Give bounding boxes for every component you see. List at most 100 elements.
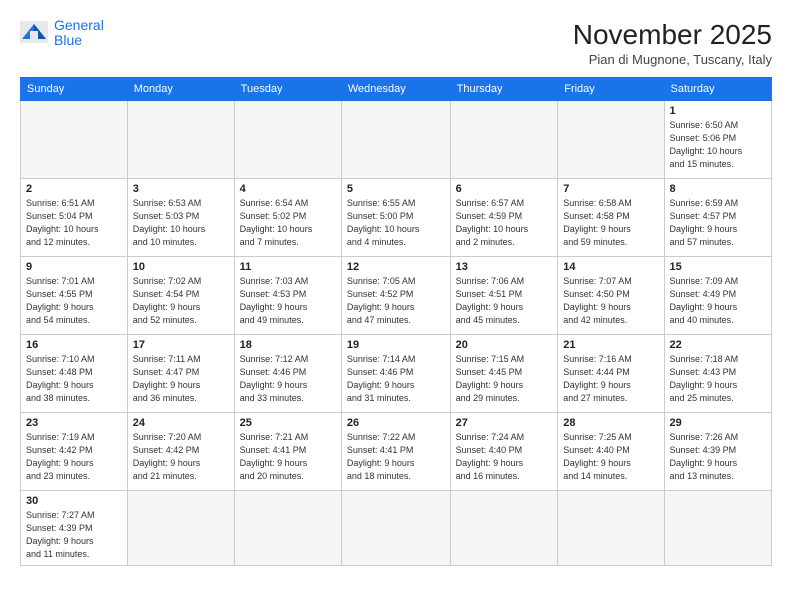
day-number: 14 (563, 261, 658, 273)
calendar-week-row: 1Sunrise: 6:50 AM Sunset: 5:06 PM Daylig… (21, 100, 772, 178)
day-number: 5 (347, 183, 445, 195)
calendar-cell (450, 100, 558, 178)
day-info: Sunrise: 6:55 AM Sunset: 5:00 PM Dayligh… (347, 197, 445, 249)
calendar-cell: 18 Sunrise: 7:12 AM Sunset: 4:46 PM Dayli… (234, 334, 341, 412)
day-number: 25 (240, 417, 336, 429)
day-info: Sunrise: 6:59 AM Sunset: 4:57 PM Dayligh… (670, 197, 766, 249)
calendar-cell: 30 Sunrise: 7:27 AM Sunset: 4:39 PM Dayli… (21, 490, 128, 565)
day-info: Sunrise: 7:19 AM Sunset: 4:42 PM Dayligh… (26, 431, 122, 483)
day-info: Sunrise: 7:21 AM Sunset: 4:41 PM Dayligh… (240, 431, 336, 483)
day-info: Sunrise: 6:51 AM Sunset: 5:04 PM Dayligh… (26, 197, 122, 249)
day-info: Sunrise: 6:54 AM Sunset: 5:02 PM Dayligh… (240, 197, 336, 249)
day-of-week-header: Thursday (450, 77, 558, 100)
calendar-cell (558, 100, 664, 178)
calendar-cell: 21 Sunrise: 7:16 AM Sunset: 4:44 PM Dayli… (558, 334, 664, 412)
day-number: 11 (240, 261, 336, 273)
day-number: 16 (26, 339, 122, 351)
day-info: Sunrise: 7:01 AM Sunset: 4:55 PM Dayligh… (26, 275, 122, 327)
day-number: 27 (456, 417, 553, 429)
location: Pian di Mugnone, Tuscany, Italy (573, 52, 772, 67)
calendar-cell: 3 Sunrise: 6:53 AM Sunset: 5:03 PM Daylig… (127, 178, 234, 256)
calendar-cell: 27 Sunrise: 7:24 AM Sunset: 4:40 PM Dayli… (450, 412, 558, 490)
day-of-week-header: Saturday (664, 77, 771, 100)
day-info: Sunrise: 7:07 AM Sunset: 4:50 PM Dayligh… (563, 275, 658, 327)
page-header: GeneralBlue November 2025 Pian di Mugnon… (20, 18, 772, 67)
day-info: Sunrise: 6:57 AM Sunset: 4:59 PM Dayligh… (456, 197, 553, 249)
day-info: Sunrise: 6:50 AM Sunset: 5:06 PM Dayligh… (670, 119, 766, 171)
calendar-cell (234, 490, 341, 565)
day-number: 13 (456, 261, 553, 273)
calendar-cell: 11 Sunrise: 7:03 AM Sunset: 4:53 PM Dayli… (234, 256, 341, 334)
logo-text: GeneralBlue (54, 18, 104, 49)
calendar-cell: 24Sunrise: 7:20 AM Sunset: 4:42 PM Dayli… (127, 412, 234, 490)
day-info: Sunrise: 7:12 AM Sunset: 4:46 PM Dayligh… (240, 353, 336, 405)
day-number: 19 (347, 339, 445, 351)
day-info: Sunrise: 7:24 AM Sunset: 4:40 PM Dayligh… (456, 431, 553, 483)
day-of-week-header: Sunday (21, 77, 128, 100)
day-number: 30 (26, 495, 122, 507)
day-number: 18 (240, 339, 336, 351)
title-block: November 2025 Pian di Mugnone, Tuscany, … (573, 18, 772, 67)
calendar-table: SundayMondayTuesdayWednesdayThursdayFrid… (20, 77, 772, 566)
calendar-cell: 7Sunrise: 6:58 AM Sunset: 4:58 PM Daylig… (558, 178, 664, 256)
calendar-cell (341, 490, 450, 565)
day-of-week-header: Tuesday (234, 77, 341, 100)
day-info: Sunrise: 7:09 AM Sunset: 4:49 PM Dayligh… (670, 275, 766, 327)
day-number: 28 (563, 417, 658, 429)
calendar-week-row: 23 Sunrise: 7:19 AM Sunset: 4:42 PM Dayli… (21, 412, 772, 490)
calendar-cell: 8 Sunrise: 6:59 AM Sunset: 4:57 PM Daylig… (664, 178, 771, 256)
day-of-week-header: Monday (127, 77, 234, 100)
logo: GeneralBlue (20, 18, 104, 49)
calendar-cell: 14 Sunrise: 7:07 AM Sunset: 4:50 PM Dayli… (558, 256, 664, 334)
day-info: Sunrise: 7:22 AM Sunset: 4:41 PM Dayligh… (347, 431, 445, 483)
day-info: Sunrise: 6:58 AM Sunset: 4:58 PM Dayligh… (563, 197, 658, 249)
calendar-cell: 19 Sunrise: 7:14 AM Sunset: 4:46 PM Dayli… (341, 334, 450, 412)
calendar-week-row: 2Sunrise: 6:51 AM Sunset: 5:04 PM Daylig… (21, 178, 772, 256)
day-info: Sunrise: 7:18 AM Sunset: 4:43 PM Dayligh… (670, 353, 766, 405)
day-number: 3 (133, 183, 229, 195)
day-number: 10 (133, 261, 229, 273)
day-number: 4 (240, 183, 336, 195)
day-number: 6 (456, 183, 553, 195)
day-info: Sunrise: 7:02 AM Sunset: 4:54 PM Dayligh… (133, 275, 229, 327)
calendar-cell (558, 490, 664, 565)
day-info: Sunrise: 7:06 AM Sunset: 4:51 PM Dayligh… (456, 275, 553, 327)
day-number: 29 (670, 417, 766, 429)
day-info: Sunrise: 7:26 AM Sunset: 4:39 PM Dayligh… (670, 431, 766, 483)
day-info: Sunrise: 7:14 AM Sunset: 4:46 PM Dayligh… (347, 353, 445, 405)
day-info: Sunrise: 6:53 AM Sunset: 5:03 PM Dayligh… (133, 197, 229, 249)
calendar-cell: 16Sunrise: 7:10 AM Sunset: 4:48 PM Dayli… (21, 334, 128, 412)
day-info: Sunrise: 7:16 AM Sunset: 4:44 PM Dayligh… (563, 353, 658, 405)
calendar-cell: 12 Sunrise: 7:05 AM Sunset: 4:52 PM Dayli… (341, 256, 450, 334)
day-info: Sunrise: 7:11 AM Sunset: 4:47 PM Dayligh… (133, 353, 229, 405)
calendar-cell: 6 Sunrise: 6:57 AM Sunset: 4:59 PM Daylig… (450, 178, 558, 256)
day-number: 12 (347, 261, 445, 273)
calendar-cell (21, 100, 128, 178)
day-number: 23 (26, 417, 122, 429)
day-number: 20 (456, 339, 553, 351)
day-number: 8 (670, 183, 766, 195)
day-number: 22 (670, 339, 766, 351)
calendar-cell: 22 Sunrise: 7:18 AM Sunset: 4:43 PM Dayli… (664, 334, 771, 412)
calendar-cell (127, 100, 234, 178)
calendar-cell (341, 100, 450, 178)
day-info: Sunrise: 7:03 AM Sunset: 4:53 PM Dayligh… (240, 275, 336, 327)
day-of-week-header: Wednesday (341, 77, 450, 100)
calendar-cell: 4 Sunrise: 6:54 AM Sunset: 5:02 PM Daylig… (234, 178, 341, 256)
calendar-cell: 20 Sunrise: 7:15 AM Sunset: 4:45 PM Dayli… (450, 334, 558, 412)
day-number: 26 (347, 417, 445, 429)
day-info: Sunrise: 7:15 AM Sunset: 4:45 PM Dayligh… (456, 353, 553, 405)
calendar-cell (234, 100, 341, 178)
calendar-cell (664, 490, 771, 565)
day-number: 17 (133, 339, 229, 351)
calendar-cell: 25 Sunrise: 7:21 AM Sunset: 4:41 PM Dayli… (234, 412, 341, 490)
calendar-cell: 13 Sunrise: 7:06 AM Sunset: 4:51 PM Dayli… (450, 256, 558, 334)
calendar-cell: 2Sunrise: 6:51 AM Sunset: 5:04 PM Daylig… (21, 178, 128, 256)
calendar-cell: 29 Sunrise: 7:26 AM Sunset: 4:39 PM Dayli… (664, 412, 771, 490)
day-info: Sunrise: 7:27 AM Sunset: 4:39 PM Dayligh… (26, 509, 122, 561)
day-info: Sunrise: 7:05 AM Sunset: 4:52 PM Dayligh… (347, 275, 445, 327)
month-title: November 2025 (573, 18, 772, 52)
calendar-week-row: 16Sunrise: 7:10 AM Sunset: 4:48 PM Dayli… (21, 334, 772, 412)
day-number: 21 (563, 339, 658, 351)
calendar-cell: 28Sunrise: 7:25 AM Sunset: 4:40 PM Dayli… (558, 412, 664, 490)
